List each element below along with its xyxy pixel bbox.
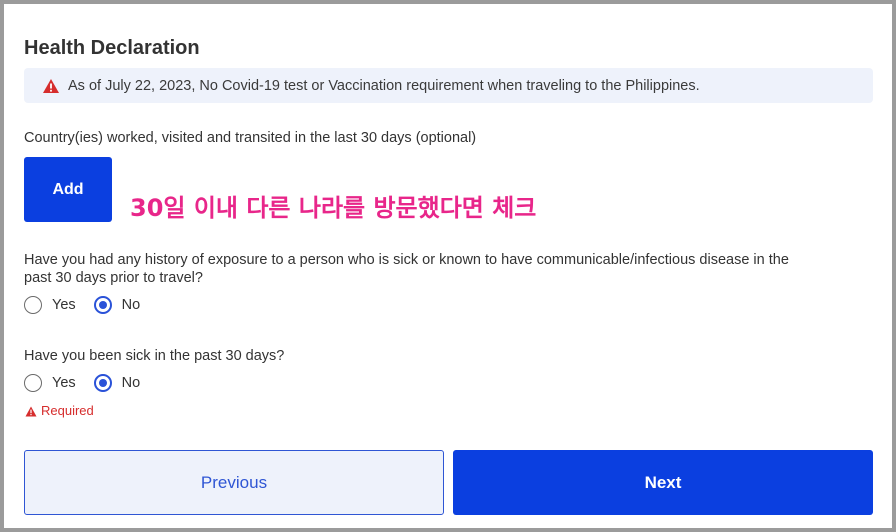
exposure-option-no[interactable]: No: [93, 296, 141, 314]
required-text: Required: [41, 403, 94, 418]
warning-triangle-icon: [42, 78, 60, 94]
alert-message: As of July 22, 2023, No Covid-19 test or…: [68, 77, 700, 94]
exposure-option-yes[interactable]: Yes: [24, 296, 76, 314]
annotation-text: 30일 이내 다른 나라를 방문했다면 체크: [130, 194, 537, 222]
sick-no-radio[interactable]: [93, 374, 112, 392]
exposure-yes-radio[interactable]: [24, 296, 42, 314]
sick-option-yes[interactable]: Yes: [24, 374, 76, 392]
exposure-no-radio[interactable]: [93, 296, 112, 314]
exposure-no-label: No: [121, 297, 141, 313]
previous-button[interactable]: Previous: [24, 450, 444, 515]
sick-option-no[interactable]: No: [93, 374, 141, 392]
page-title: Health Declaration: [24, 37, 200, 59]
add-country-button[interactable]: Add: [24, 157, 112, 222]
warning-triangle-icon: [25, 405, 37, 417]
required-error: Required: [25, 403, 94, 418]
sick-question: Have you been sick in the past 30 days?: [24, 348, 285, 364]
sick-no-label: No: [121, 375, 141, 391]
sick-radio-group: Yes No: [24, 374, 158, 392]
exposure-question-line2: past 30 days prior to travel?: [24, 270, 203, 286]
sick-yes-label: Yes: [52, 375, 76, 391]
exposure-yes-label: Yes: [52, 297, 76, 313]
exposure-radio-group: Yes No: [24, 296, 158, 314]
exposure-question-line1: Have you had any history of exposure to …: [24, 252, 789, 268]
info-alert: As of July 22, 2023, No Covid-19 test or…: [24, 68, 873, 103]
exposure-question: Have you had any history of exposure to …: [24, 251, 789, 287]
sick-yes-radio[interactable]: [24, 374, 42, 392]
next-button[interactable]: Next: [453, 450, 873, 515]
countries-label: Country(ies) worked, visited and transit…: [24, 130, 477, 146]
page-frame: Health Declaration As of July 22, 2023, …: [0, 0, 896, 532]
